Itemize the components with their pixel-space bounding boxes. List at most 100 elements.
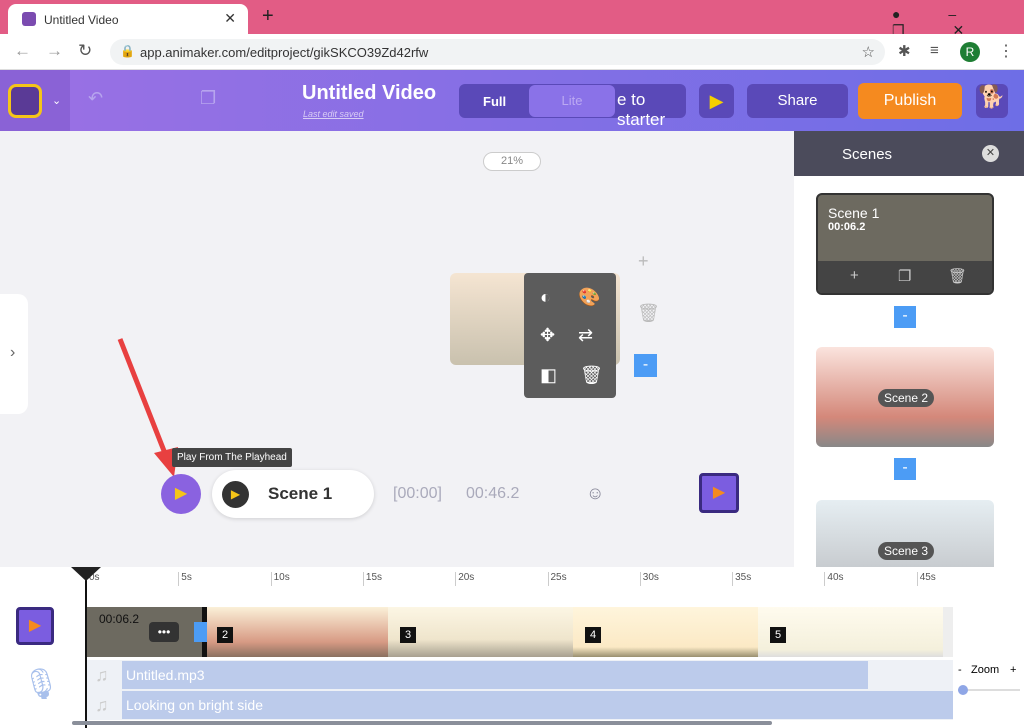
- collapse-button[interactable]: -: [894, 306, 916, 328]
- tooltip: Play From The Playhead: [172, 448, 292, 467]
- audio-clip-1[interactable]: Untitled.mp3: [122, 661, 868, 689]
- left-panel-toggle[interactable]: ›: [0, 294, 28, 414]
- collapse-button[interactable]: -: [634, 354, 657, 377]
- mascot-avatar[interactable]: 🐕: [976, 84, 1008, 118]
- bookmark-star-icon[interactable]: ☆: [862, 43, 875, 61]
- forward-icon[interactable]: →: [46, 41, 63, 61]
- tick-label: 10s: [270, 572, 290, 586]
- video-track-icon: ▶: [16, 607, 54, 645]
- scene-clip-1[interactable]: 00:06.2 •••: [87, 607, 207, 657]
- close-tab-icon[interactable]: ✕: [224, 10, 236, 27]
- mode-lite-button[interactable]: Lite: [529, 85, 615, 117]
- scene-number: 4: [585, 627, 601, 643]
- delete-scene-icon[interactable]: 🗑: [948, 267, 967, 285]
- delete-icon[interactable]: 🗑: [580, 365, 603, 386]
- zoom-slider[interactable]: [958, 685, 1020, 695]
- new-tab-icon[interactable]: +: [262, 5, 274, 28]
- current-time: [00:00]: [393, 485, 442, 502]
- scene-label: Scene 1: [828, 205, 880, 221]
- play-from-playhead-button[interactable]: ▶: [161, 474, 201, 514]
- duplicate-scene-icon[interactable]: ❐: [898, 267, 911, 285]
- contrast-icon[interactable]: ◐: [540, 287, 551, 308]
- media-icon[interactable]: ≡: [930, 42, 939, 59]
- publish-button[interactable]: Publish: [858, 83, 962, 119]
- music-note-icon: ♫: [95, 695, 109, 715]
- tick-label: 40s: [824, 572, 844, 586]
- character-icon[interactable]: ☺: [586, 483, 604, 504]
- clip-duration: 00:06.2: [99, 612, 140, 626]
- duplicate-icon[interactable]: ❐: [200, 88, 216, 109]
- audio-clip-2[interactable]: Looking on bright side: [122, 691, 953, 719]
- scene-track: 00:06.2 ••• 2 3 4 5: [87, 607, 953, 657]
- zoom-label: Zoom: [971, 664, 1000, 676]
- tick-label: 45s: [916, 572, 936, 586]
- tick-label: 30s: [639, 572, 659, 586]
- scene-label: Scene 2: [878, 389, 935, 407]
- address-bar-row: ← → ↻ 🔒 app.animaker.com/editproject/gik…: [0, 34, 1024, 70]
- profile-avatar[interactable]: R: [960, 42, 980, 62]
- scene-clip-2[interactable]: [207, 607, 388, 657]
- microphone-icon[interactable]: 🎙: [22, 667, 60, 702]
- scene-play-icon[interactable]: ▶: [222, 481, 249, 508]
- logo-menu[interactable]: ⌄: [0, 70, 70, 131]
- tab-title: Untitled Video: [44, 13, 119, 27]
- mode-full-button[interactable]: Full: [483, 94, 506, 109]
- preview-play-button[interactable]: ▶: [699, 84, 734, 118]
- add-scene-icon[interactable]: +: [850, 267, 859, 284]
- video-library-icon[interactable]: ▶: [699, 473, 739, 513]
- scene-card-3[interactable]: Scene 3: [816, 500, 994, 567]
- animaker-logo-icon: [8, 84, 42, 118]
- element-toolbar: ◐ 🎨 ✥ ⇄ ◧ 🗑: [524, 273, 616, 398]
- current-scene-name: Scene 1: [268, 484, 333, 503]
- scene-number: 3: [400, 627, 416, 643]
- trash-icon[interactable]: 🗑: [637, 303, 660, 324]
- scene-actions: + ❐ 🗑: [818, 261, 992, 293]
- reload-icon[interactable]: ↻: [78, 41, 92, 61]
- tick-label: 35s: [732, 572, 751, 586]
- extensions-icon[interactable]: ✱: [898, 42, 911, 60]
- tick-label: 25s: [547, 572, 567, 586]
- zoom-in-label[interactable]: +: [1010, 664, 1016, 676]
- zoom-out-label[interactable]: -: [958, 664, 962, 676]
- mode-toggle[interactable]: Full Lite e to starter: [459, 84, 686, 129]
- url-text: app.animaker.com/editproject/gikSKCO39Zd…: [140, 45, 429, 60]
- swap-icon[interactable]: ⇄: [578, 325, 593, 346]
- url-input[interactable]: 🔒 app.animaker.com/editproject/gikSKCO39…: [110, 39, 885, 65]
- back-icon[interactable]: ←: [14, 41, 31, 61]
- music-note-icon: ♫: [95, 665, 109, 685]
- collapse-button[interactable]: -: [894, 458, 916, 480]
- undo-icon[interactable]: ↶: [88, 88, 103, 109]
- zoom-dropdown[interactable]: 21%: [483, 152, 541, 171]
- close-icon[interactable]: ✕: [982, 145, 999, 162]
- flip-icon[interactable]: ◧: [540, 365, 557, 386]
- red-arrow-annotation: [117, 338, 178, 477]
- tick-label: 20s: [455, 572, 474, 586]
- favicon-icon: [22, 12, 36, 26]
- add-icon[interactable]: +: [638, 251, 649, 272]
- scene-label: Scene 3: [878, 542, 935, 560]
- share-button[interactable]: Share: [747, 84, 848, 118]
- canvas-area: 21% › ◐ 🎨 ✥ ⇄ ◧ 🗑 + 🗑 - Play From The Pl…: [0, 131, 794, 567]
- timeline: 0s 5s 10s 15s 20s 25s 30s 35s 40s 45s ▶ 00:06.2 •…: [0, 567, 1024, 728]
- scenes-header: Scenes ✕: [794, 131, 1024, 176]
- scenes-title: Scenes: [842, 146, 893, 163]
- chevron-down-icon: ⌄: [52, 95, 62, 107]
- lock-icon: 🔒: [120, 44, 135, 58]
- last-edit-status: Last edit saved: [303, 109, 364, 119]
- scene-number: 5: [770, 627, 786, 643]
- tick-label: 5s: [178, 572, 192, 586]
- scenes-panel: Scenes ✕ Scene 1 00:06.2 + ❐ 🗑 - Scene 2…: [794, 131, 1024, 567]
- scene-play-pill[interactable]: ▶ Scene 1: [212, 470, 374, 518]
- time-ruler[interactable]: 0s 5s 10s 15s 20s 25s 30s 35s 40s 45s: [0, 567, 960, 591]
- palette-icon[interactable]: 🎨: [578, 287, 600, 308]
- browser-tab[interactable]: Untitled Video ✕: [8, 4, 248, 34]
- project-title[interactable]: Untitled Video: [302, 82, 436, 105]
- switch-to-starter[interactable]: e to starter: [617, 90, 686, 130]
- horizontal-scrollbar[interactable]: [72, 721, 772, 725]
- zoom-slider-knob[interactable]: [958, 685, 968, 695]
- menu-icon[interactable]: ⋮: [998, 41, 1014, 61]
- move-icon[interactable]: ✥: [540, 325, 555, 346]
- scene-card-1[interactable]: Scene 1 00:06.2 + ❐ 🗑: [816, 193, 994, 295]
- more-options-icon[interactable]: •••: [149, 622, 179, 642]
- scene-card-2[interactable]: Scene 2: [816, 347, 994, 447]
